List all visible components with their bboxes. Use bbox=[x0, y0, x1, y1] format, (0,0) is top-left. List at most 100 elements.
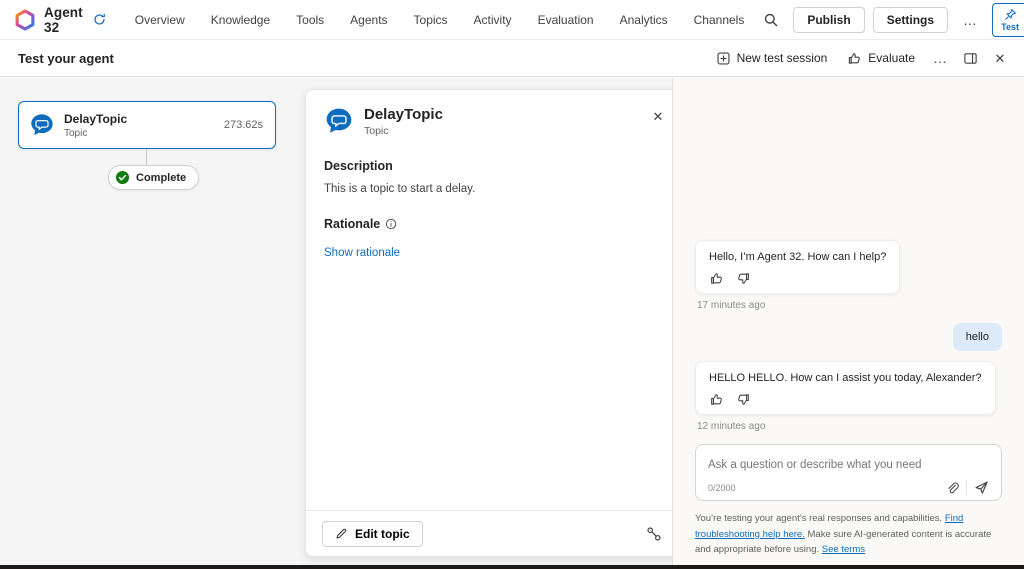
see-terms-link[interactable]: See terms bbox=[822, 544, 865, 555]
side-pane-icon bbox=[963, 51, 978, 66]
close-icon: ✕ bbox=[995, 52, 1006, 65]
test-disclaimer: You’re testing your agent’s real respons… bbox=[695, 511, 1002, 557]
details-type-label: Topic bbox=[364, 125, 443, 137]
topic-bubble-icon bbox=[324, 106, 354, 136]
top-bar-actions: Publish Settings … Test bbox=[757, 3, 1024, 37]
edit-topic-button[interactable]: Edit topic bbox=[322, 521, 423, 547]
topic-canvas: DelayTopic Topic 273.62s Complete bbox=[0, 78, 672, 565]
content-area: DelayTopic Topic 273.62s Complete bbox=[0, 78, 1024, 565]
nav-item-activity[interactable]: Activity bbox=[461, 13, 525, 27]
nav-item-analytics[interactable]: Analytics bbox=[607, 13, 681, 27]
chat-input-actions bbox=[945, 480, 989, 495]
publish-button[interactable]: Publish bbox=[793, 7, 864, 33]
copilot-studio-logo-icon bbox=[14, 9, 36, 31]
disclaimer-text: You’re testing your agent’s real respons… bbox=[695, 513, 945, 524]
check-circle-icon bbox=[115, 170, 130, 185]
pencil-icon bbox=[335, 527, 348, 540]
node-connector-line bbox=[146, 149, 147, 165]
bottom-edge-bar bbox=[0, 565, 1024, 569]
node-title: DelayTopic bbox=[64, 112, 127, 126]
top-bar: Agent 32 Overview Knowledge Tools Agents… bbox=[0, 0, 1024, 40]
node-type-label: Topic bbox=[64, 128, 127, 139]
search-button[interactable] bbox=[757, 6, 785, 34]
node-duration: 273.62s bbox=[224, 119, 263, 131]
thumbs-up-button[interactable] bbox=[709, 392, 724, 407]
thumbs-down-button[interactable] bbox=[736, 271, 751, 286]
search-icon bbox=[763, 12, 779, 28]
details-title-block: DelayTopic Topic bbox=[364, 106, 443, 137]
pin-icon bbox=[1004, 8, 1017, 21]
send-icon bbox=[974, 480, 989, 495]
plus-square-icon bbox=[716, 51, 731, 66]
bot-message: Hello, I’m Agent 32. How can I help? bbox=[695, 240, 900, 294]
topic-bubble-icon bbox=[29, 112, 55, 138]
page-title: Test your agent bbox=[18, 51, 114, 66]
nav-item-overview[interactable]: Overview bbox=[122, 13, 198, 27]
node-text: DelayTopic Topic bbox=[64, 112, 127, 139]
close-icon: ✕ bbox=[653, 110, 664, 123]
sync-status-icon bbox=[93, 13, 106, 26]
rationale-heading-label: Rationale bbox=[324, 217, 380, 231]
close-test-pane-button[interactable]: ✕ bbox=[986, 44, 1014, 72]
test-button-label: Test bbox=[1001, 22, 1019, 32]
info-icon[interactable] bbox=[385, 218, 397, 230]
description-text: This is a topic to start a delay. bbox=[324, 183, 666, 195]
settings-button[interactable]: Settings bbox=[873, 7, 948, 33]
status-badge: Complete bbox=[108, 165, 199, 190]
rationale-heading: Rationale bbox=[324, 217, 666, 231]
open-in-side-pane-button[interactable] bbox=[956, 44, 984, 72]
brand: Agent 32 bbox=[14, 5, 106, 35]
description-heading: Description bbox=[324, 159, 666, 173]
nav-item-tools[interactable]: Tools bbox=[283, 13, 337, 27]
bot-message-text: Hello, I’m Agent 32. How can I help? bbox=[709, 251, 886, 263]
nav-item-agents[interactable]: Agents bbox=[337, 13, 400, 27]
send-message-button[interactable] bbox=[974, 480, 989, 495]
edit-topic-label: Edit topic bbox=[355, 527, 410, 541]
chat-message-input[interactable] bbox=[708, 459, 989, 471]
message-timestamp: 12 minutes ago bbox=[697, 421, 765, 432]
message-feedback bbox=[709, 271, 886, 286]
chat-input-footer: 0/2000 bbox=[708, 480, 989, 495]
chat-toolbar-actions: New test session Evaluate … bbox=[707, 44, 1014, 72]
status-badge-label: Complete bbox=[136, 172, 186, 184]
show-rationale-link[interactable]: Show rationale bbox=[324, 247, 400, 259]
thumbs-down-button[interactable] bbox=[736, 392, 751, 407]
bot-message: HELLO HELLO. How can I assist you today,… bbox=[695, 361, 996, 415]
main-nav: Overview Knowledge Tools Agents Topics A… bbox=[122, 13, 758, 27]
details-header: DelayTopic Topic bbox=[324, 106, 666, 137]
evaluate-icon bbox=[847, 51, 862, 66]
test-chat-panel: Hello, I’m Agent 32. How can I help? 17 … bbox=[672, 78, 1024, 565]
app-window: Agent 32 Overview Knowledge Tools Agents… bbox=[0, 0, 1024, 569]
bot-message-text: HELLO HELLO. How can I assist you today,… bbox=[709, 372, 982, 384]
user-message: hello bbox=[953, 323, 1002, 351]
nav-item-evaluation[interactable]: Evaluation bbox=[525, 13, 607, 27]
top-more-button[interactable]: … bbox=[956, 12, 984, 28]
chat-more-button[interactable]: … bbox=[926, 50, 954, 66]
view-connections-button[interactable] bbox=[640, 520, 668, 548]
chat-spacer bbox=[695, 78, 1002, 240]
evaluate-button[interactable]: Evaluate bbox=[838, 46, 924, 71]
nav-item-topics[interactable]: Topics bbox=[401, 13, 461, 27]
message-feedback bbox=[709, 392, 982, 407]
agent-title: Agent 32 bbox=[44, 5, 83, 35]
character-counter: 0/2000 bbox=[708, 483, 736, 493]
evaluate-label: Evaluate bbox=[868, 51, 915, 65]
details-title: DelayTopic bbox=[364, 106, 443, 123]
message-timestamp: 17 minutes ago bbox=[697, 300, 765, 311]
details-footer: Edit topic bbox=[306, 510, 684, 556]
new-test-session-button[interactable]: New test session bbox=[707, 46, 837, 71]
close-details-button[interactable]: ✕ bbox=[644, 102, 672, 130]
nav-item-channels[interactable]: Channels bbox=[681, 13, 758, 27]
input-actions-divider bbox=[966, 480, 967, 495]
topic-node-delaytopic[interactable]: DelayTopic Topic 273.62s bbox=[18, 101, 276, 149]
thumbs-up-button[interactable] bbox=[709, 271, 724, 286]
test-panel-toggle-button[interactable]: Test bbox=[992, 3, 1024, 37]
paperclip-icon bbox=[945, 481, 959, 495]
topic-details-panel: DelayTopic Topic ✕ Description This is a… bbox=[305, 89, 685, 557]
flow-link-icon bbox=[646, 526, 662, 542]
attach-file-button[interactable] bbox=[945, 481, 959, 495]
chat-input-box: 0/2000 bbox=[695, 444, 1002, 501]
nav-item-knowledge[interactable]: Knowledge bbox=[198, 13, 283, 27]
new-test-session-label: New test session bbox=[737, 51, 828, 65]
page-toolbar: Test your agent New test session Evalua bbox=[0, 40, 1024, 77]
